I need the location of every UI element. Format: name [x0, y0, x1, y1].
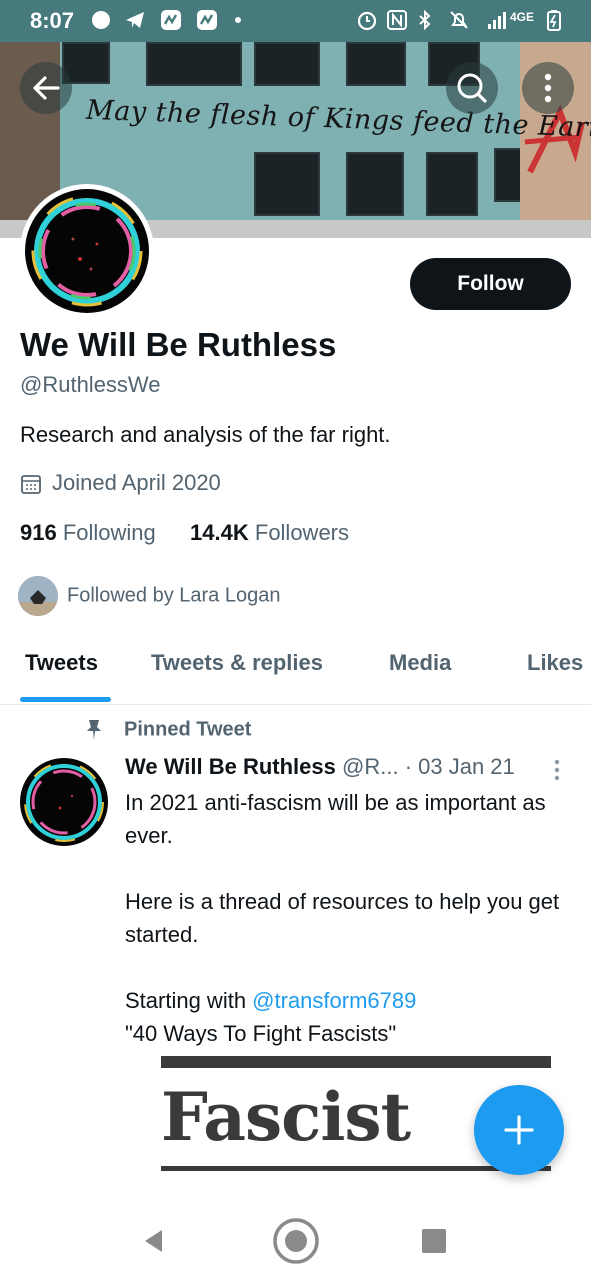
status-time: 8:07: [30, 8, 75, 33]
tweet-text-line: In 2021 anti-fascism will be as importan…: [125, 790, 546, 848]
follower-avatar-image: [18, 576, 58, 616]
nav-home-icon[interactable]: [272, 1217, 320, 1265]
followed-by[interactable]: Followed by Lara Logan: [18, 576, 280, 616]
tweet-date[interactable]: · 03 Jan 21: [405, 754, 515, 779]
banner-window: [254, 42, 320, 86]
battery-icon: [547, 10, 561, 31]
tab-tweets[interactable]: Tweets: [25, 650, 98, 676]
more-vertical-icon: [544, 73, 552, 103]
back-arrow-icon: [33, 76, 60, 100]
alarm-icon: [357, 11, 377, 31]
dot-icon: [235, 17, 241, 23]
profile-tabs: Tweets Tweets & replies Media Likes: [0, 640, 591, 705]
banner-window: [146, 42, 242, 86]
joined-text: Joined April 2020: [52, 470, 221, 495]
calendar-icon: [21, 475, 41, 495]
telegram-icon: [126, 12, 144, 28]
tweet-avatar-swirl-graphic: [24, 762, 104, 842]
active-tab-indicator: [20, 697, 111, 702]
tweet-text-prefix: Starting with: [125, 988, 253, 1013]
following-label: Following: [62, 520, 156, 545]
followers-count: 14.4K: [190, 520, 249, 545]
tab-tweets-replies[interactable]: Tweets & replies: [151, 650, 323, 676]
compose-tweet-button[interactable]: [474, 1085, 564, 1175]
more-options-button[interactable]: [522, 62, 574, 114]
search-button[interactable]: [446, 62, 498, 114]
tweet-author-avatar[interactable]: [20, 758, 108, 846]
status-bar: 8:07 4GE: [0, 0, 591, 42]
follow-button[interactable]: Follow: [410, 258, 571, 310]
joined-date: Joined April 2020: [20, 470, 221, 496]
search-icon: [457, 73, 487, 103]
tweet-author-name[interactable]: We Will Be Ruthless: [125, 754, 336, 779]
banner-window: [254, 152, 320, 216]
app-icon-2: [197, 10, 217, 30]
followers-label: Followers: [254, 520, 350, 545]
tab-likes[interactable]: Likes: [527, 650, 583, 676]
follower-avatar: [18, 576, 58, 616]
mute-icon: [450, 11, 468, 29]
tweet-text-line: "40 Ways To Fight Fascists": [125, 1021, 397, 1046]
tab-media[interactable]: Media: [389, 650, 451, 676]
media-headline-text: Fascist: [161, 1078, 411, 1156]
signal-app-icon: [92, 11, 110, 29]
pinned-tweet-label: Pinned Tweet: [82, 718, 251, 742]
nav-recents-icon[interactable]: [421, 1228, 447, 1254]
banner-window: [426, 152, 478, 216]
tweet-body[interactable]: In 2021 anti-fascism will be as importan…: [125, 786, 575, 1050]
tweet-text-line: Here is a thread of resources to help yo…: [125, 889, 560, 947]
tweet-author-handle[interactable]: @R...: [342, 754, 399, 779]
app-icon-1: [161, 10, 181, 30]
tweet-header: We Will Be Ruthless @R... · 03 Jan 21: [125, 754, 515, 780]
following-count: 916: [20, 520, 57, 545]
banner-window: [346, 42, 406, 86]
media-graphic-bar: [161, 1056, 551, 1068]
nfc-icon: [387, 10, 407, 30]
followed-by-text: Followed by Lara Logan: [67, 584, 281, 607]
following-link[interactable]: 916 Following: [20, 520, 156, 545]
bluetooth-icon: [419, 9, 431, 31]
pinned-tweet-text: Pinned Tweet: [124, 718, 252, 741]
avatar-image: [25, 189, 149, 313]
pin-icon: [87, 720, 101, 740]
profile-display-name: We Will Be Ruthless: [20, 326, 337, 363]
tweet-mention-link[interactable]: @transform6789: [252, 988, 416, 1013]
cell-signal-icon: [488, 12, 506, 29]
back-button[interactable]: [20, 62, 72, 114]
nav-back-icon[interactable]: [140, 1227, 168, 1255]
network-type: 4GE: [510, 10, 535, 24]
system-nav-bar: [0, 1200, 591, 1280]
followers-link[interactable]: 14.4K Followers: [190, 520, 349, 545]
tweet-text-line: Starting with @transform6789: [125, 984, 575, 1017]
avatar-swirl-graphic: [31, 195, 143, 307]
banner-window: [346, 152, 404, 216]
tweet-more-icon[interactable]: [548, 757, 566, 785]
profile-avatar[interactable]: [20, 184, 154, 318]
profile-handle: @RuthlessWe: [20, 372, 161, 397]
profile-bio: Research and analysis of the far right.: [20, 422, 391, 447]
plus-icon: [504, 1115, 534, 1145]
follow-stats: 916 Following 14.4K Followers: [20, 520, 349, 546]
